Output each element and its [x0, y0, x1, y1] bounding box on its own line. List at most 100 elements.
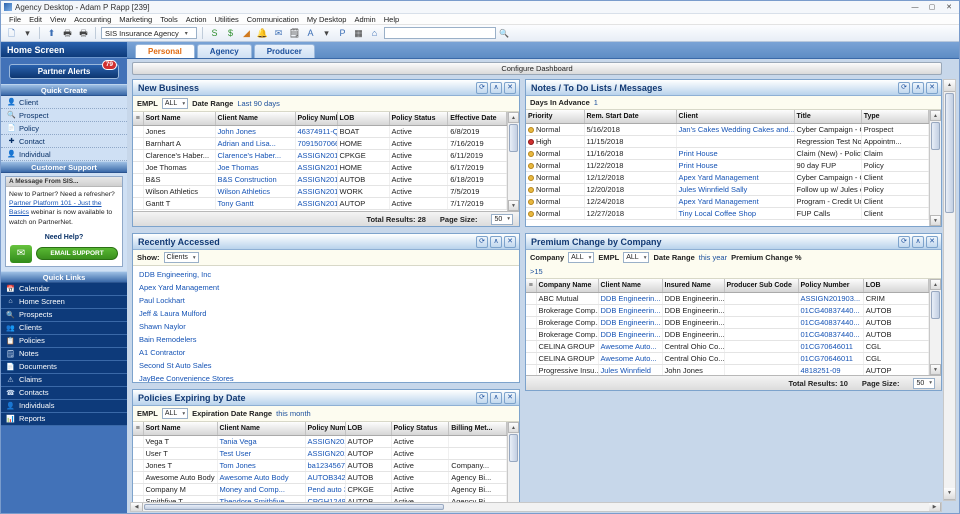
table-row[interactable]: Brokerage Comp... DDB Engineerin... DDB … — [526, 304, 929, 316]
cell-client-name[interactable]: Joe Thomas — [215, 161, 295, 173]
quick-link-item[interactable]: ⌂ Home Screen — [1, 296, 127, 309]
cell-client-name[interactable]: Jules Winnfield — [598, 364, 662, 375]
recently-accessed-link[interactable]: A1 Contractor — [133, 346, 519, 359]
table-row[interactable]: Jones John Jones 46374911-QUOTE BOAT Act… — [133, 125, 507, 137]
menu-item[interactable]: Admin — [350, 15, 379, 24]
cell-client[interactable]: Tiny Local Coffee Shop — [676, 207, 794, 219]
collapse-icon[interactable]: ∧ — [490, 392, 502, 404]
scroll-thumb[interactable] — [931, 291, 940, 319]
dashboard-vertical-scrollbar[interactable]: ▲ ▼ — [943, 79, 956, 501]
table-row[interactable]: Jones T Tom Jones ba123456789 AUTOB Acti… — [133, 459, 507, 471]
menu-item[interactable]: Utilities — [211, 15, 243, 24]
note-icon[interactable]: 🗒 — [288, 27, 301, 40]
cell-policy-number[interactable]: CPGH1249v324... — [305, 495, 345, 502]
cell-policy-number[interactable]: 01CG40837440... — [798, 304, 863, 316]
collapse-icon[interactable]: ∧ — [490, 236, 502, 248]
quick-create-item[interactable]: ✚ Contact — [1, 135, 127, 148]
table-row[interactable]: User T Test User ASSIGN20180913... AUTOP… — [133, 447, 507, 459]
recently-accessed-link[interactable]: Bain Remodelers — [133, 333, 519, 346]
scroll-down-icon[interactable]: ▼ — [944, 488, 955, 500]
premium-change-value[interactable]: >15 — [530, 267, 937, 276]
tab-producer[interactable]: Producer — [254, 44, 315, 58]
table-row[interactable]: CELINA GROUP Awesome Auto... Central Ohi… — [526, 340, 929, 352]
table-row[interactable]: B&S B&S Construction ASSIGN2019061... AU… — [133, 173, 507, 185]
cell-client-name[interactable]: Adrian and Lisa... — [215, 137, 295, 149]
cell-client-name[interactable]: DDB Engineerin... — [598, 304, 662, 316]
chart-icon[interactable]: ◢ — [240, 27, 253, 40]
column-header[interactable]: Effective Date — [448, 112, 507, 125]
table-row[interactable]: Barnhart A Adrian and Lisa... 7091507066… — [133, 137, 507, 149]
column-header[interactable]: Client Name — [598, 279, 662, 292]
column-header[interactable]: Policy Status — [391, 422, 449, 435]
column-header[interactable]: LOB — [337, 112, 389, 125]
scroll-thumb[interactable] — [144, 504, 444, 510]
column-header[interactable]: LOB — [345, 422, 391, 435]
cell-client-name[interactable]: Wilson Athletics — [215, 185, 295, 197]
quick-link-item[interactable]: 🔍 Prospects — [1, 309, 127, 322]
scroll-down-icon[interactable]: ▼ — [930, 364, 941, 375]
refresh-icon[interactable]: ⟳ — [476, 392, 488, 404]
new-dropdown-caret-icon[interactable]: ▾ — [21, 27, 34, 40]
sis-icon[interactable]: S — [208, 27, 221, 40]
cell-policy-number[interactable]: 01CG70646011 — [798, 352, 863, 364]
money-icon[interactable]: $ — [224, 27, 237, 40]
print-icon[interactable]: 🖶 — [61, 27, 74, 40]
expiration-range-value[interactable]: this month — [276, 409, 311, 418]
home-icon[interactable]: ⌂ — [368, 27, 381, 40]
date-range-value[interactable]: Last 90 days — [237, 99, 280, 108]
cell-policy-number[interactable]: ASSIGN2019061... — [295, 173, 337, 185]
close-icon[interactable]: ✕ — [504, 236, 516, 248]
empl-select[interactable]: ALL▾ — [162, 408, 188, 419]
refresh-icon[interactable]: ⟳ — [476, 82, 488, 94]
menu-item[interactable]: Action — [182, 15, 211, 24]
scroll-thumb[interactable] — [509, 124, 518, 152]
menu-icon[interactable]: ≡ — [133, 422, 143, 435]
cell-client-name[interactable]: Tom Jones — [217, 459, 305, 471]
refresh-icon[interactable]: ⟳ — [898, 236, 910, 248]
quick-link-item[interactable]: 📊 Reports — [1, 413, 127, 426]
refresh-icon[interactable]: ⟳ — [898, 82, 910, 94]
recently-accessed-link[interactable]: Paul Lockhart — [133, 294, 519, 307]
table-row[interactable]: Normal 12/20/2018 Jules Winnfield Sally … — [526, 183, 929, 195]
menu-item[interactable]: Help — [380, 15, 403, 24]
scroll-up-icon[interactable]: ▲ — [930, 110, 941, 121]
close-icon[interactable]: ✕ — [926, 236, 938, 248]
table-row[interactable]: Brokerage Comp... DDB Engineerin... DDB … — [526, 316, 929, 328]
cell-policy-number[interactable]: ASSIGN201903... — [798, 292, 863, 304]
menu-item[interactable]: File — [5, 15, 25, 24]
cell-client-name[interactable]: DDB Engineerin... — [598, 292, 662, 304]
cell-client-name[interactable]: Money and Comp... — [217, 483, 305, 495]
cell-client[interactable]: Print House — [676, 147, 794, 159]
scroll-thumb[interactable] — [931, 122, 940, 150]
menu-item[interactable]: Accounting — [70, 15, 115, 24]
empl-select[interactable]: ALL▾ — [162, 98, 188, 109]
cell-policy-number[interactable]: Pend auto 354135... — [305, 483, 345, 495]
quick-link-item[interactable]: ⚠ Claims — [1, 374, 127, 387]
menu-item[interactable]: Marketing — [115, 15, 156, 24]
column-header[interactable]: Sort Name — [143, 422, 217, 435]
maximize-button[interactable]: ▢ — [924, 2, 940, 13]
cell-policy-number[interactable]: ASSIGN2019061... — [295, 149, 337, 161]
email-support-button[interactable]: EMAIL SUPPORT — [36, 247, 118, 260]
search-input[interactable] — [384, 27, 496, 39]
cell-policy-number[interactable]: ASSIGN2019071... — [295, 197, 337, 209]
table-row[interactable]: Gantt T Tony Gantt ASSIGN2019071... AUTO… — [133, 197, 507, 209]
scroll-up-icon[interactable]: ▲ — [944, 80, 955, 92]
quick-link-item[interactable]: 👥 Clients — [1, 322, 127, 335]
table-scrollbar[interactable]: ▲▼ — [929, 110, 941, 226]
quick-link-item[interactable]: 📅 Calendar — [1, 283, 127, 296]
table-row[interactable]: Smithfive T Theodore Smithfive... CPGH12… — [133, 495, 507, 502]
recently-accessed-link[interactable]: DDB Engineering, Inc — [133, 268, 519, 281]
column-header[interactable]: Priority — [526, 110, 584, 123]
page-size-select[interactable]: 50▾ — [491, 214, 513, 225]
column-header[interactable]: Policy Number — [305, 422, 345, 435]
scroll-up-icon[interactable]: ▲ — [508, 112, 519, 123]
cell-client[interactable]: Jules Winnfield Sally — [676, 183, 794, 195]
cell-client-name[interactable]: Clarence's Haber... — [215, 149, 295, 161]
collapse-icon[interactable]: ∧ — [912, 82, 924, 94]
menu-item[interactable]: Tools — [156, 15, 182, 24]
cell-policy-number[interactable]: ba123456789 — [305, 459, 345, 471]
menu-item[interactable]: Communication — [243, 15, 303, 24]
cell-policy-number[interactable]: ASSIGN2019061... — [295, 161, 337, 173]
quick-create-item[interactable]: 👤 Client — [1, 96, 127, 109]
